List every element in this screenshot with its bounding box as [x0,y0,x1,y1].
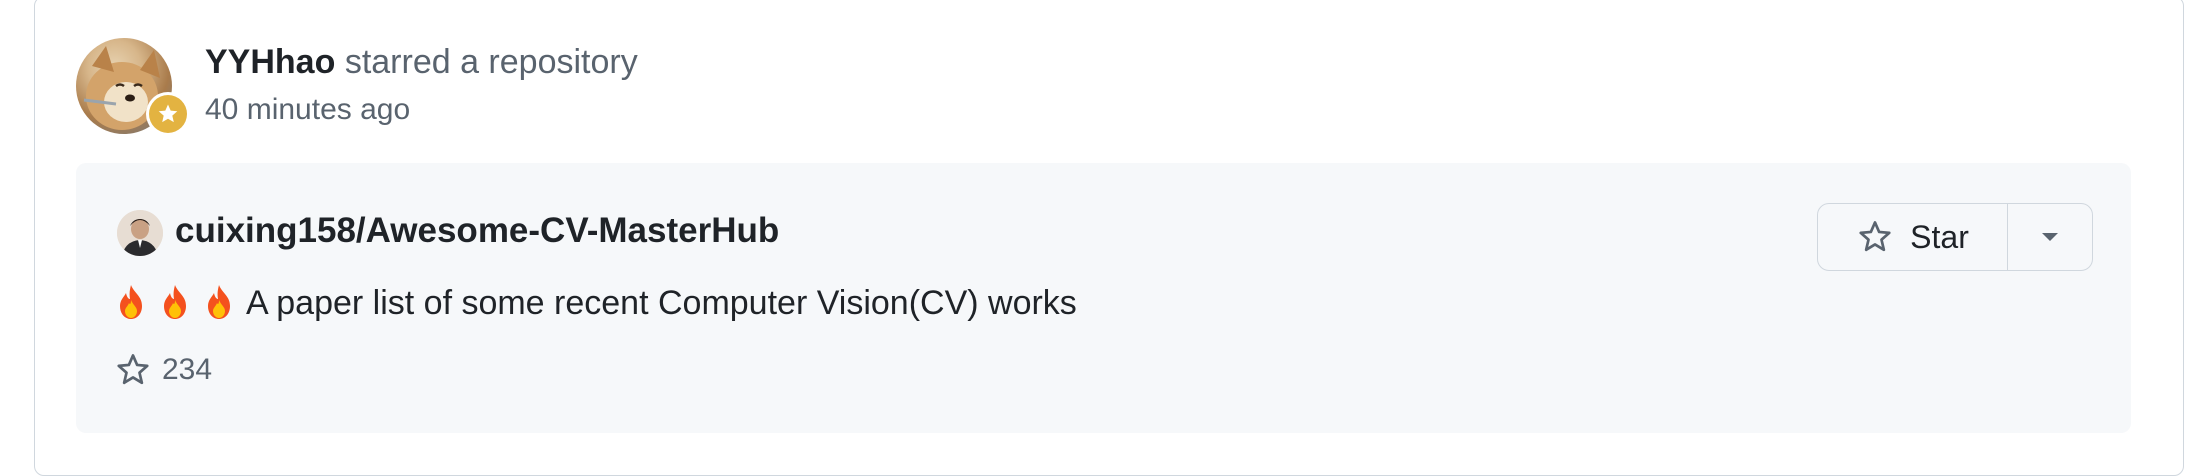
repository-description: A paper list of some recent Computer Vis… [114,279,1077,327]
actor-username-link[interactable]: YYHhao [205,43,335,81]
repository-description-text: A paper list of some recent Computer Vis… [246,284,1077,322]
actor-avatar-link[interactable] [76,38,190,136]
star-list-dropdown-button[interactable] [2008,204,2092,270]
star-icon [149,95,187,133]
triangle-down-icon [2042,233,2058,241]
fire-icon [208,285,230,319]
star-button-group: Star [1817,203,2093,271]
star-count: 234 [162,353,213,386]
event-header: YYHhao starred a repository [205,38,638,86]
star-outline-icon [117,354,149,385]
starred-badge [146,92,190,136]
fire-icon [120,285,142,319]
repository-card: cuixing158/Awesome-CV-MasterHub A paper … [76,163,2131,433]
event-action-text: starred a repository [344,43,638,81]
stargazers-link[interactable]: 234 [114,348,212,392]
star-button[interactable]: Star [1818,204,2008,270]
owner-avatar[interactable] [117,210,163,256]
fire-icon [164,285,186,319]
event-timestamp[interactable]: 40 minutes ago [205,88,410,132]
repository-name-link[interactable]: cuixing158/Awesome-CV-MasterHub [175,206,779,256]
star-button-label: Star [1910,218,1969,255]
star-outline-icon [1859,221,1891,252]
